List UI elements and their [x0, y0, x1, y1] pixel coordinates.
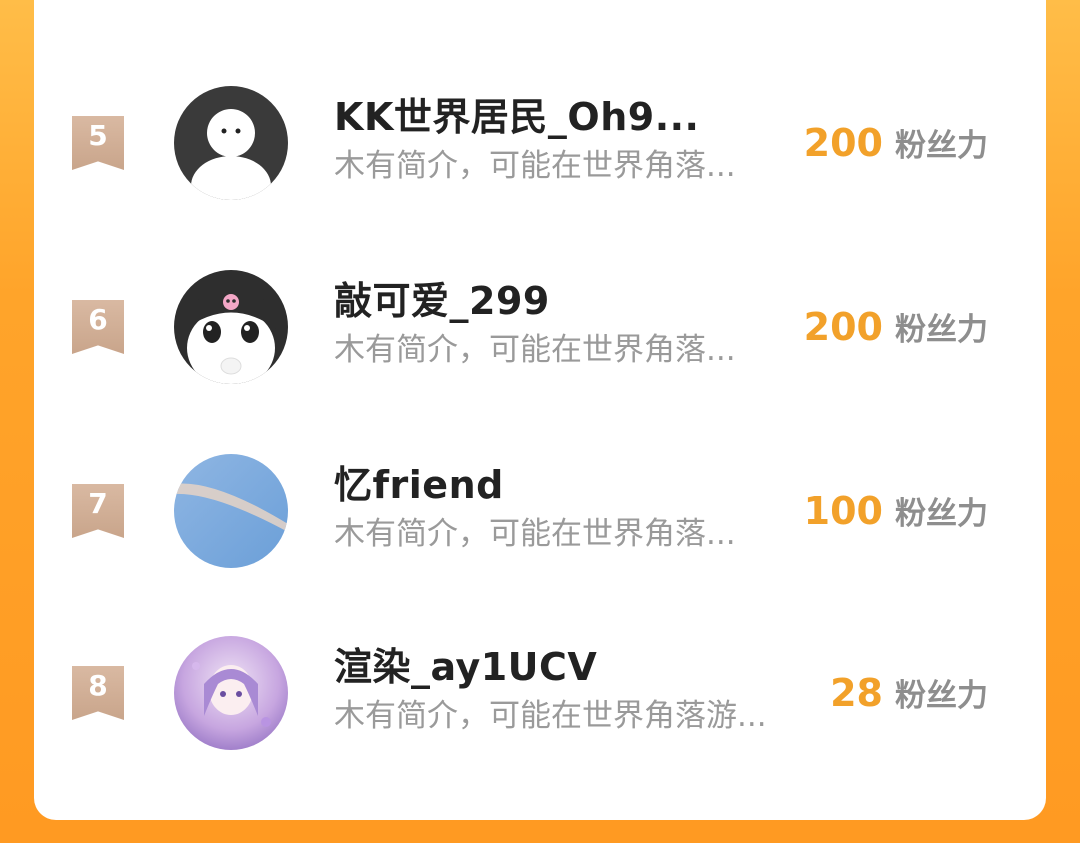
ranking-card: 5 KK世界居民_Oh9... 木有简介，可能在世界角落... 200 粉丝力 …	[34, 0, 1046, 820]
ranking-row[interactable]: 7 忆friend 木有简介，可能在世界角落... 100 粉丝力	[34, 454, 1046, 604]
fans-unit: 粉丝力	[895, 128, 988, 164]
user-name[interactable]: 渲染_ay1UCV	[334, 644, 597, 690]
fans-power: 28 粉丝力	[830, 670, 988, 715]
user-name[interactable]: 忆friend	[334, 462, 504, 508]
rank-badge: 5	[72, 116, 124, 170]
rank-badge: 8	[72, 666, 124, 720]
fans-power: 200 粉丝力	[804, 120, 988, 165]
rank-badge: 6	[72, 300, 124, 354]
rank-number: 6	[88, 303, 108, 336]
fans-count: 100	[803, 489, 883, 533]
user-avatar[interactable]	[174, 454, 288, 568]
user-bio: 木有简介，可能在世界角落...	[334, 332, 736, 368]
white-figure-avatar-icon	[174, 86, 288, 200]
user-avatar[interactable]	[174, 86, 288, 200]
fans-unit: 粉丝力	[895, 496, 988, 532]
rank-number: 5	[88, 119, 108, 152]
user-name[interactable]: 敲可爱_299	[334, 278, 550, 324]
ranking-row[interactable]: 6 敲可爱_299 木有简介，可能在世界角落... 200 粉丝力	[34, 270, 1046, 420]
rank-number: 7	[88, 487, 108, 520]
user-bio: 木有简介，可能在世界角落游...	[334, 698, 767, 734]
ranking-row[interactable]: 8 渲染_ay1UCV 木有简介，可能在世界角落游... 28 粉丝力	[34, 636, 1046, 786]
fans-unit: 粉丝力	[895, 312, 988, 348]
user-bio: 木有简介，可能在世界角落...	[334, 516, 736, 552]
anime-girl-avatar-icon	[174, 636, 288, 750]
fans-count: 200	[803, 305, 883, 349]
user-avatar[interactable]	[174, 270, 288, 384]
ranking-row[interactable]: 5 KK世界居民_Oh9... 木有简介，可能在世界角落... 200 粉丝力	[34, 86, 1046, 236]
rank-badge: 7	[72, 484, 124, 538]
fans-count: 28	[830, 671, 883, 715]
user-name[interactable]: KK世界居民_Oh9...	[334, 94, 700, 140]
fans-unit: 粉丝力	[895, 678, 988, 714]
rank-number: 8	[88, 669, 108, 702]
user-bio: 木有简介，可能在世界角落...	[334, 148, 736, 184]
kuromi-avatar-icon	[174, 270, 288, 384]
fans-power: 200 粉丝力	[804, 304, 988, 349]
sky-avatar-icon	[174, 454, 288, 568]
fans-count: 200	[803, 121, 883, 165]
fans-power: 100 粉丝力	[804, 488, 988, 533]
user-avatar[interactable]	[174, 636, 288, 750]
